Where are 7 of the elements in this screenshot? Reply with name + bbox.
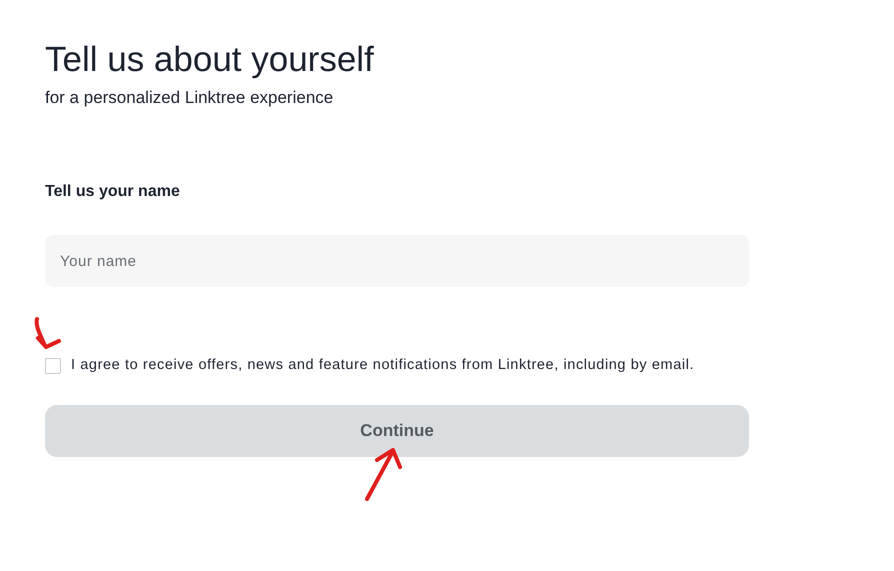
name-input-field[interactable]: Your name — [45, 235, 749, 287]
annotation-arrow — [363, 445, 405, 503]
consent-text: I agree to receive offers, news and feature notifications from Linktree, including by email. — [71, 356, 694, 375]
page-heading: Tell us about yourself — [45, 39, 374, 81]
consent-checkbox[interactable] — [45, 358, 61, 374]
field-label: Tell us your name — [45, 182, 180, 202]
page-subheading: for a personalized Linktree experience — [45, 87, 334, 109]
